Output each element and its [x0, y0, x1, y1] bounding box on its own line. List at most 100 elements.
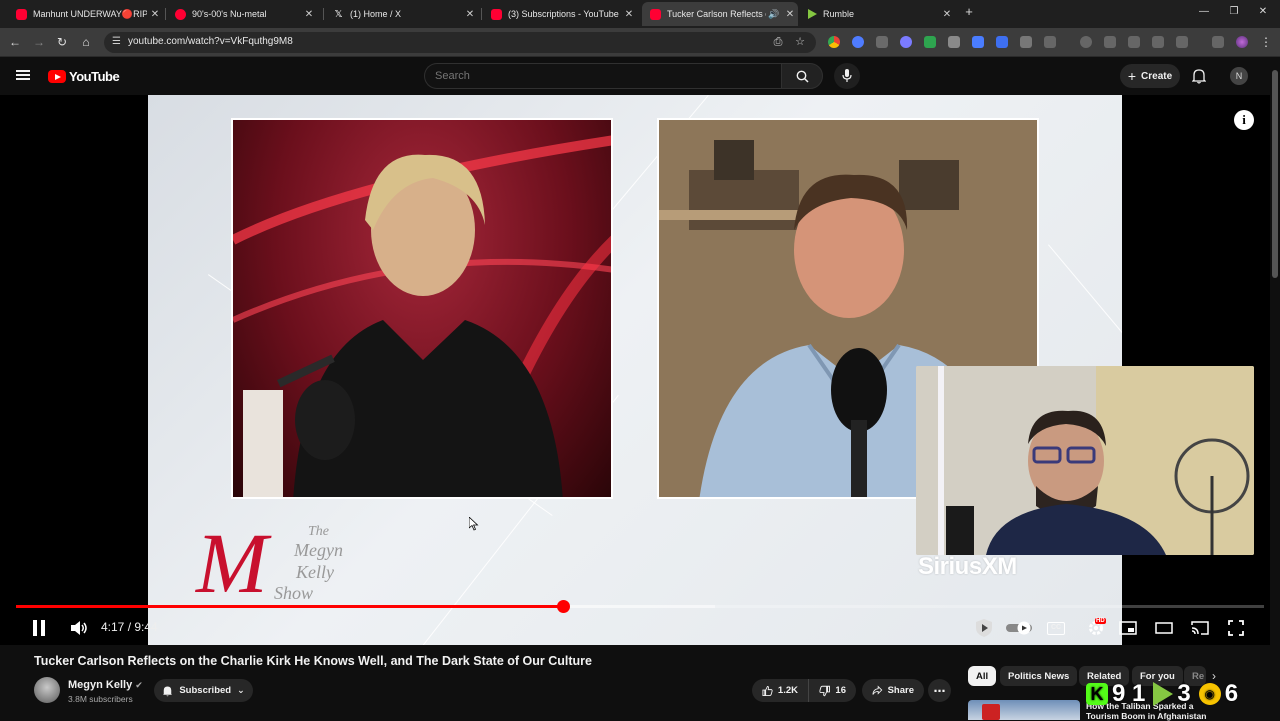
extensions-puzzle-icon[interactable] — [1044, 36, 1056, 48]
extension-waves-icon[interactable] — [972, 36, 984, 48]
volume-icon — [71, 621, 87, 635]
url-text[interactable]: youtube.com/watch?v=VkFquthg9M8 — [128, 36, 293, 47]
search-input[interactable] — [425, 64, 782, 88]
host-person-image — [233, 135, 611, 497]
channel-name[interactable]: Megyn Kelly ✔ — [68, 679, 143, 691]
miniplayer-icon — [1119, 621, 1137, 635]
minimize-icon[interactable]: — — [1196, 6, 1212, 17]
site-info-icon[interactable]: ☰ — [112, 36, 124, 48]
youtube-favicon-icon — [491, 8, 502, 20]
close-tab-icon[interactable]: ✕ — [621, 9, 637, 20]
close-tab-icon[interactable]: ✕ — [301, 9, 317, 20]
reading-list-icon[interactable] — [1152, 36, 1164, 48]
reload-icon[interactable]: ↻ — [54, 34, 70, 50]
tab-title: Rumble — [823, 9, 855, 19]
forward-icon[interactable]: → — [31, 34, 47, 50]
extension-puzzle-blue-icon[interactable] — [996, 36, 1008, 48]
tab-title: Manhunt UNDERWAY🔴RIP — [33, 8, 147, 19]
chip-all[interactable]: All — [968, 666, 997, 686]
devtools-icon[interactable] — [1128, 36, 1140, 48]
browser-tab-3[interactable]: 𝕏 (1) Home / X ✕ — [325, 2, 478, 26]
close-tab-icon[interactable]: ✕ — [147, 9, 163, 20]
account-avatar[interactable]: N — [1230, 67, 1248, 85]
chrome-extension-icon[interactable] — [828, 36, 840, 48]
extension-grid-icon[interactable] — [948, 36, 960, 48]
theater-mode-button[interactable] — [1154, 618, 1174, 638]
channel-avatar[interactable] — [34, 677, 60, 703]
notification-bell-icon — [163, 686, 173, 696]
pause-icon — [33, 620, 45, 636]
shield-toggle-icon[interactable] — [1104, 36, 1116, 48]
subscriber-count: 3.8M subscribers — [68, 694, 133, 704]
extension-dot-icon[interactable] — [852, 36, 864, 48]
fullscreen-button[interactable] — [1226, 618, 1246, 638]
thumbs-up-icon — [762, 685, 773, 696]
home-icon[interactable]: ⌂ — [78, 34, 94, 50]
youtube-header: YouTube + Create N — [0, 57, 1280, 95]
progress-bar[interactable] — [16, 600, 1264, 613]
browser-tab-6[interactable]: Rumble ✕ — [800, 2, 955, 26]
page-scrollbar-thumb[interactable] — [1272, 70, 1278, 278]
subscribed-button[interactable]: Subscribed ⌄ — [154, 679, 253, 702]
share-button[interactable]: Share — [862, 679, 924, 702]
third-viewer-count: 6 — [1224, 680, 1239, 707]
create-button[interactable]: + Create — [1120, 64, 1180, 88]
cast-button[interactable] — [1190, 618, 1210, 638]
back-icon[interactable]: ← — [7, 34, 23, 50]
recommendation-thumbnail[interactable] — [968, 700, 1080, 720]
chip-politics-news[interactable]: Politics News — [1000, 666, 1078, 686]
history-icon[interactable] — [1080, 36, 1092, 48]
sponsorblock-button[interactable] — [973, 618, 995, 638]
captions-button[interactable]: CC — [1046, 618, 1066, 638]
cast-icon — [1191, 621, 1209, 635]
thumbs-down-icon — [819, 685, 830, 696]
verified-check-icon: ✔ — [135, 680, 143, 690]
browser-tab-5-active[interactable]: Tucker Carlson Reflects on 🔊 ✕ — [642, 2, 798, 26]
youtube-favicon-icon — [650, 8, 661, 20]
address-bar[interactable]: ☰ youtube.com/watch?v=VkFquthg9M8 — [104, 32, 816, 53]
close-tab-icon[interactable]: ✕ — [782, 9, 798, 20]
video-title: Tucker Carlson Reflects on the Charlie K… — [34, 654, 592, 668]
hamburger-menu-icon[interactable] — [16, 70, 30, 80]
shield-play-icon — [976, 619, 992, 637]
mouse-cursor-icon — [469, 517, 479, 531]
close-window-icon[interactable]: ✕ — [1255, 6, 1271, 17]
video-player[interactable]: M The Megyn Kelly Show SiriusXM i 4:17 /… — [0, 95, 1280, 645]
search-field[interactable] — [424, 63, 782, 89]
dislike-button[interactable]: 16 — [808, 679, 856, 702]
more-actions-button[interactable]: ⋯ — [928, 679, 951, 702]
browser-tab-2[interactable]: 90's-00's Nu-metal ✕ — [167, 2, 317, 26]
speaker-tab-icon[interactable]: 🔊 — [766, 9, 782, 20]
miniplayer-button[interactable] — [1118, 618, 1138, 638]
info-icon[interactable]: i — [1234, 110, 1254, 130]
chevron-down-icon: ⌄ — [237, 685, 245, 695]
voice-search-button[interactable] — [834, 63, 860, 89]
chrome-menu-icon[interactable]: ⋮ — [1258, 34, 1274, 50]
volume-button[interactable] — [69, 618, 89, 638]
bookmark-star-icon[interactable]: ☆ — [793, 35, 807, 48]
notifications-bell-icon[interactable] — [1192, 68, 1206, 84]
pause-button[interactable] — [29, 618, 49, 638]
youtube-logo[interactable]: YouTube — [48, 69, 120, 84]
browser-tab-strip: Manhunt UNDERWAY🔴RIP ✕ 90's-00's Nu-meta… — [0, 0, 1280, 28]
sunglasses-logo-icon: ◉ — [1198, 683, 1221, 705]
settings-button[interactable]: HD — [1084, 618, 1108, 638]
browser-tab-1[interactable]: Manhunt UNDERWAY🔴RIP ✕ — [8, 2, 163, 26]
extension-translate-icon[interactable] — [1020, 36, 1032, 48]
extension-glasses-icon[interactable] — [876, 36, 888, 48]
close-tab-icon[interactable]: ✕ — [462, 9, 478, 20]
restore-icon[interactable]: ❐ — [1226, 6, 1242, 17]
install-app-icon[interactable]: ⎙ — [771, 36, 785, 49]
extension-shield-icon[interactable] — [924, 36, 936, 48]
close-tab-icon[interactable]: ✕ — [939, 9, 955, 20]
side-panel-icon[interactable] — [1176, 36, 1188, 48]
profile-avatar-icon[interactable] — [1236, 36, 1248, 48]
search-button[interactable] — [781, 63, 823, 89]
media-controls-icon[interactable] — [1212, 36, 1224, 48]
host-video-feed — [231, 118, 613, 499]
browser-tab-4[interactable]: (3) Subscriptions - YouTube ✕ — [483, 2, 637, 26]
autoplay-toggle[interactable] — [1005, 618, 1035, 638]
like-button[interactable]: 1.2K — [752, 679, 808, 702]
new-tab-icon[interactable]: + — [961, 4, 977, 19]
extension-arc-icon[interactable] — [900, 36, 912, 48]
